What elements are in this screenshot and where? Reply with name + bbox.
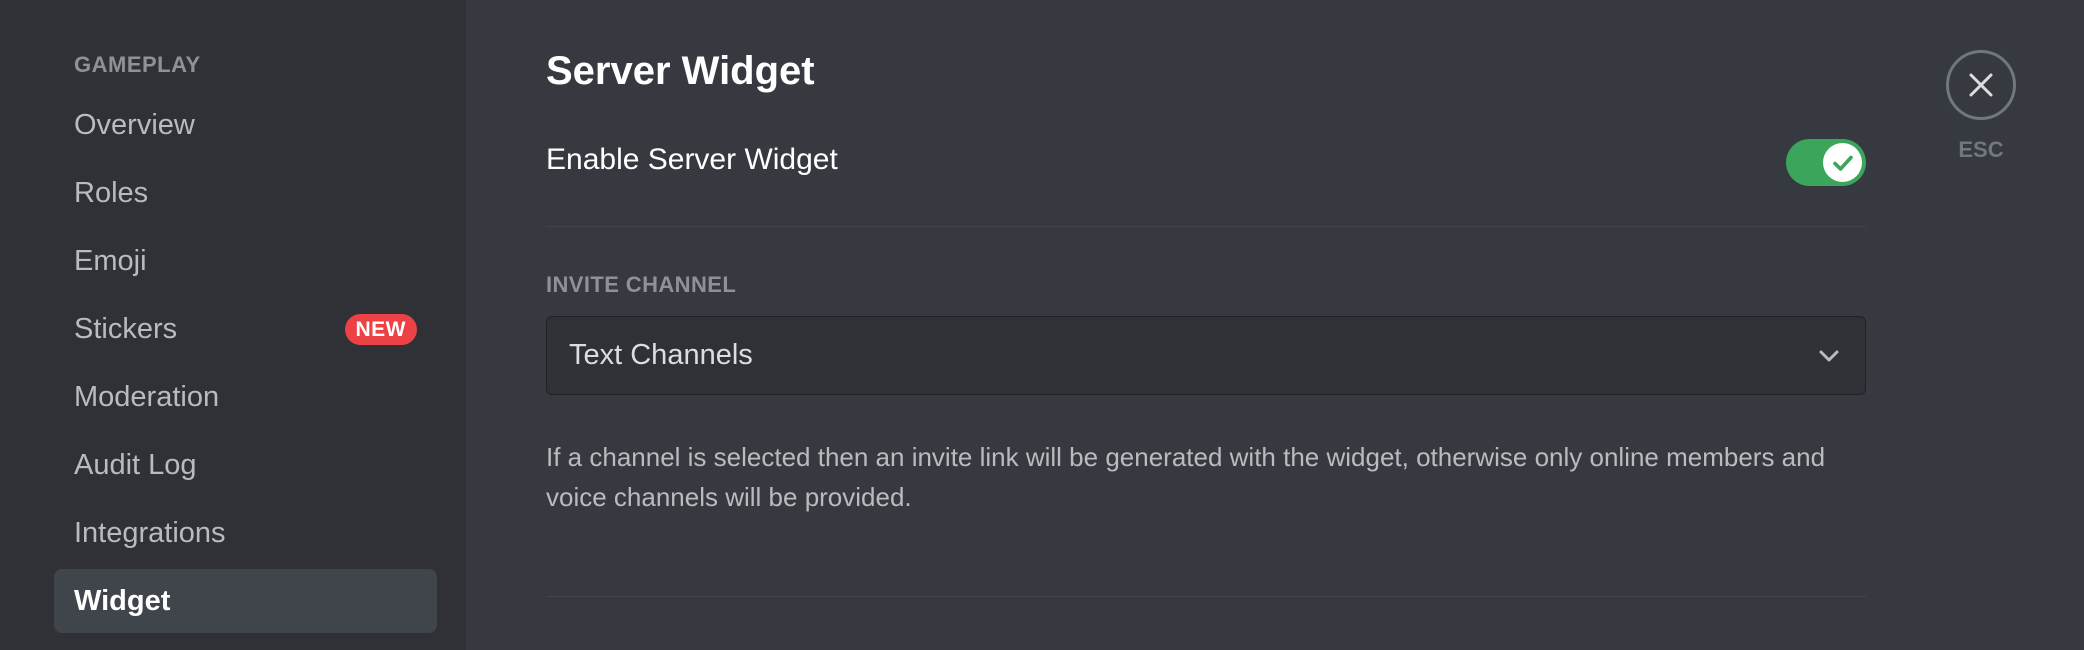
sidebar-item-emoji[interactable]: Emoji [54, 229, 437, 293]
new-badge: NEW [344, 314, 417, 345]
invite-channel-label: INVITE CHANNEL [546, 272, 737, 297]
esc-label: ESC [1958, 137, 2004, 162]
server-settings-window: GAMEPLAY Overview Roles Emoji Stickers N… [0, 0, 2084, 650]
settings-sidebar: GAMEPLAY Overview Roles Emoji Stickers N… [0, 0, 466, 650]
sidebar-item-moderation[interactable]: Moderation [54, 365, 437, 429]
chevron-down-icon [1819, 350, 1839, 362]
sidebar-item-label: Integrations [74, 516, 226, 549]
sidebar-item-label: Stickers [74, 312, 178, 345]
checkmark-icon [1832, 155, 1853, 171]
enable-widget-toggle[interactable] [1786, 139, 1866, 186]
page-title: Server Widget [546, 49, 815, 93]
sidebar-item-label: Emoji [74, 244, 147, 277]
section-divider [546, 596, 1866, 597]
sidebar-item-label: Overview [74, 108, 195, 141]
invite-channel-help-text: If a channel is selected then an invite … [546, 442, 1826, 512]
sidebar-item-widget[interactable]: Widget [54, 569, 437, 633]
select-value: Text Channels [569, 339, 753, 371]
sidebar-item-overview[interactable]: Overview [54, 93, 437, 157]
sidebar-item-roles[interactable]: Roles [54, 161, 437, 225]
close-icon [1969, 73, 1993, 97]
sidebar-item-label: Roles [74, 176, 149, 209]
enable-widget-label: Enable Server Widget [546, 143, 838, 176]
close-button[interactable] [1946, 50, 2016, 120]
toggle-knob [1823, 143, 1862, 182]
sidebar-item-label: Widget [74, 584, 171, 617]
sidebar-item-stickers[interactable]: Stickers NEW [54, 297, 437, 361]
sidebar-item-label: Moderation [74, 380, 220, 413]
sidebar-item-label: Audit Log [74, 448, 197, 481]
section-divider [546, 226, 1866, 227]
invite-channel-select[interactable]: Text Channels [546, 316, 1866, 395]
sidebar-item-integrations[interactable]: Integrations [54, 501, 437, 565]
sidebar-item-audit-log[interactable]: Audit Log [54, 433, 437, 497]
sidebar-section-header: GAMEPLAY [74, 52, 201, 77]
